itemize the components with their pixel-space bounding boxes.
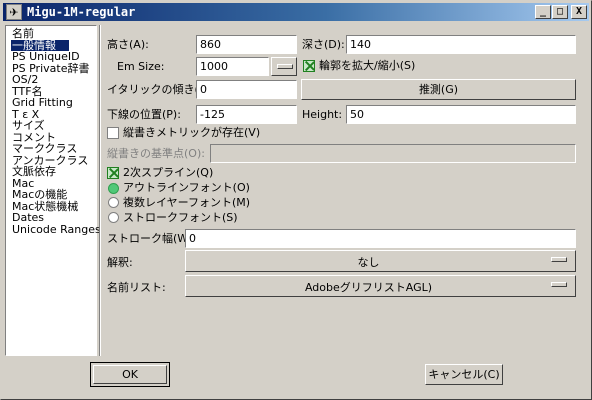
multilayer-font-radio[interactable] <box>108 197 119 208</box>
sidebar-item[interactable]: Dates <box>11 212 96 224</box>
descent-label: 深さ(D): <box>302 38 345 51</box>
underline-height-field[interactable]: 50 <box>346 105 576 124</box>
has-vertical-metrics-label: 縦書きメトリックが存在(V) <box>123 126 261 139</box>
title-bar[interactable]: ✈ Migu-1M-regular _ □ X <box>3 3 589 21</box>
panel-divider <box>99 25 101 356</box>
underline-position-field[interactable]: -125 <box>196 105 297 124</box>
underline-height-label: Height: <box>302 108 343 121</box>
quadratic-splines-label: 2次スプライン(Q) <box>123 166 214 179</box>
guess-button[interactable]: 推測(G) <box>301 79 576 100</box>
outline-font-label: アウトラインフォント(O) <box>123 181 250 194</box>
cancel-button[interactable]: キャンセル(C) <box>425 364 503 385</box>
dropdown-bar-icon <box>551 282 567 287</box>
app-icon[interactable]: ✈ <box>6 4 22 20</box>
namelist-value: AdobeグリフリストAGL) <box>304 281 433 294</box>
stroke-font-label: ストロークフォント(S) <box>123 211 238 224</box>
stroke-width-label: ストローク幅(W): <box>107 232 197 245</box>
window-title: Migu-1M-regular <box>27 5 136 19</box>
sidebar-item[interactable]: サイズ <box>11 120 96 132</box>
scale-outlines-checkbox[interactable] <box>303 60 315 72</box>
maximize-button[interactable]: □ <box>552 5 568 19</box>
dropdown-bar-icon <box>551 257 567 262</box>
sidebar-item[interactable]: OS/2 <box>11 74 96 86</box>
has-vertical-metrics-checkbox[interactable] <box>107 127 119 139</box>
dropdown-bar-icon <box>277 64 293 69</box>
ascent-field[interactable]: 860 <box>196 35 297 54</box>
category-list[interactable]: 名前 一般情報 PS UniqueID PS Private辞書 OS/2 TTF名 Gri… <box>5 25 101 356</box>
interpretation-label: 解釈: <box>107 256 133 269</box>
close-button[interactable]: X <box>571 5 587 19</box>
ok-button[interactable]: OK <box>93 365 167 384</box>
stroke-width-field[interactable]: 0 <box>185 229 576 248</box>
italic-angle-label: イタリックの傾き(I): <box>107 83 211 96</box>
multilayer-font-label: 複数レイヤーフォント(M) <box>123 196 251 209</box>
vertical-origin-field[interactable] <box>210 144 576 163</box>
interpretation-value: なし <box>357 256 380 269</box>
sidebar-item[interactable]: 名前 <box>11 28 96 40</box>
stroke-font-radio[interactable] <box>108 212 119 223</box>
em-size-field[interactable]: 1000 <box>196 57 269 76</box>
underline-position-label: 下線の位置(P): <box>107 108 181 121</box>
namelist-label: 名前リスト: <box>107 281 166 294</box>
outline-font-radio[interactable] <box>108 183 119 194</box>
sidebar-item[interactable]: 文脈依存 <box>11 166 96 178</box>
interpretation-dropdown[interactable]: なし <box>185 250 576 272</box>
scale-outlines-label: 輪郭を拡大/縮小(S) <box>319 59 416 72</box>
ascent-label: 高さ(A): <box>107 38 149 51</box>
em-size-label: Em Size: <box>117 60 165 73</box>
sidebar-item[interactable]: PS UniqueID <box>11 51 96 63</box>
descent-field[interactable]: 140 <box>346 35 576 54</box>
sidebar-item[interactable]: Grid Fitting <box>11 97 96 109</box>
sidebar-item[interactable]: Unicode Ranges <box>11 223 101 236</box>
minimize-button[interactable]: _ <box>535 5 551 19</box>
sidebar-item[interactable]: Macの機能 <box>11 189 96 201</box>
namelist-dropdown[interactable]: AdobeグリフリストAGL) <box>185 275 576 297</box>
vertical-origin-label: 縦書きの基準点(O): <box>107 147 205 160</box>
em-size-dropdown-button[interactable] <box>271 57 297 76</box>
italic-angle-field[interactable]: 0 <box>196 80 297 99</box>
quadratic-splines-checkbox[interactable] <box>107 167 119 179</box>
font-info-dialog: ✈ Migu-1M-regular _ □ X 名前 一般情報 PS UniqueI… <box>0 0 592 400</box>
sidebar-item[interactable]: マーククラス <box>11 143 96 155</box>
